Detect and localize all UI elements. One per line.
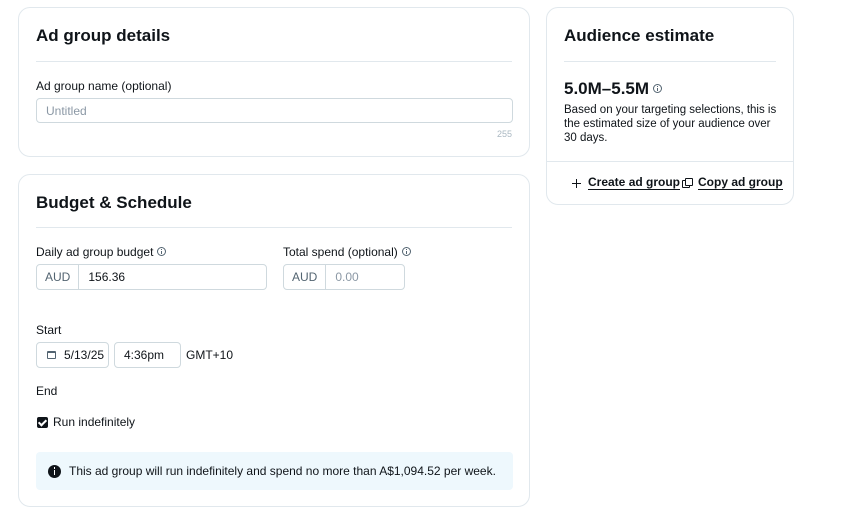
start-date-value: 5/13/25 (64, 348, 105, 362)
end-label: End (36, 384, 58, 398)
audience-range: 5.0M–5.5M (564, 79, 663, 99)
divider (564, 61, 776, 62)
daily-budget-value: 156.36 (88, 270, 126, 284)
start-time-input[interactable]: 4:36pm (114, 342, 181, 368)
total-spend-input[interactable]: AUD 0.00 (283, 264, 405, 290)
budget-schedule-card: Budget & Schedule Daily ad group budget … (18, 174, 530, 507)
audience-estimate-title: Audience estimate (564, 26, 715, 45)
ad-group-name-input[interactable]: Untitled (36, 98, 513, 123)
divider (547, 161, 793, 162)
ad-group-name-optional: (optional) (121, 79, 172, 93)
run-indefinitely-checkbox[interactable] (37, 417, 48, 428)
timezone-label: GMT+10 (186, 348, 234, 362)
start-date-input[interactable]: 5/13/25 (36, 342, 109, 368)
budget-schedule-title: Budget & Schedule (36, 193, 192, 212)
spend-notice: This ad group will run indefinitely and … (36, 452, 513, 490)
spend-notice-text: This ad group will run indefinitely and … (69, 464, 496, 478)
ad-group-name-label-text: Ad group name (36, 79, 119, 93)
total-spend-currency: AUD (284, 265, 327, 289)
create-ad-group-label: Create ad group (588, 175, 681, 190)
start-time-value: 4:36pm (124, 348, 165, 362)
copy-icon (682, 178, 693, 188)
info-icon[interactable] (157, 247, 167, 257)
daily-budget-currency: AUD (37, 265, 80, 289)
daily-budget-label: Daily ad group budget (36, 245, 167, 259)
audience-estimate-card: Audience estimate 5.0M–5.5M Based on you… (546, 7, 794, 205)
daily-budget-input[interactable]: AUD 156.36 (36, 264, 267, 290)
total-spend-placeholder: 0.00 (335, 270, 359, 284)
ad-group-name-counter: 255 (496, 129, 512, 139)
ad-group-name-placeholder: Untitled (46, 103, 87, 118)
start-label: Start (36, 323, 62, 337)
copy-ad-group-button[interactable]: Copy ad group (682, 176, 783, 190)
plus-icon (572, 178, 581, 188)
ad-group-details-card: Ad group details Ad group name (optional… (18, 7, 530, 157)
total-spend-label-text: Total spend (283, 245, 345, 259)
audience-description: Based on your targeting selections, this… (564, 104, 777, 144)
create-ad-group-button[interactable]: Create ad group (572, 175, 681, 190)
ad-group-details-title: Ad group details (36, 26, 171, 45)
info-icon[interactable] (401, 247, 411, 257)
divider (36, 227, 512, 228)
copy-ad-group-label: Copy ad group (698, 175, 783, 190)
info-icon[interactable] (653, 84, 663, 94)
total-spend-label: Total spend (optional) (283, 245, 411, 259)
info-filled-icon (48, 464, 61, 478)
divider (36, 61, 512, 62)
run-indefinitely-label[interactable]: Run indefinitely (53, 415, 135, 429)
total-spend-optional: (optional) (347, 245, 398, 259)
ad-group-name-label: Ad group name (optional) (36, 79, 171, 93)
daily-budget-label-text: Daily ad group budget (36, 245, 154, 259)
audience-range-value: 5.0M–5.5M (564, 79, 650, 98)
calendar-icon (47, 351, 56, 359)
